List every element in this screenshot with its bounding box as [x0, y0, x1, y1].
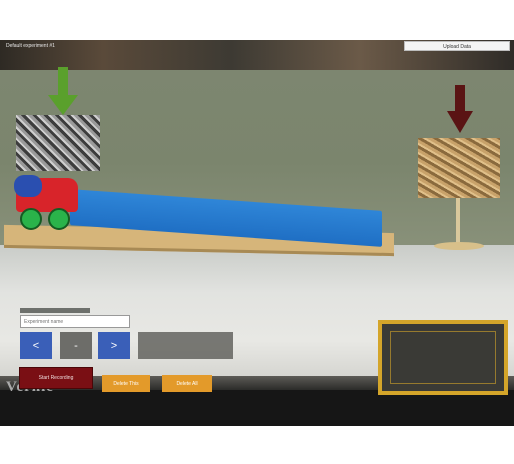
red-down-arrow-icon [447, 85, 473, 133]
minus-button[interactable]: - [60, 332, 92, 359]
green-down-arrow-icon [48, 67, 78, 115]
frame-display-field [138, 332, 233, 359]
experiment-name-input[interactable] [20, 315, 130, 328]
marker-stand-pole [456, 198, 460, 244]
camera-viewport: Default experiment #1 Upload Data < - > … [0, 40, 514, 426]
previous-button[interactable]: < [20, 332, 52, 359]
toy-truck-wheel [48, 208, 70, 230]
toy-truck-cab [14, 175, 42, 197]
toy-truck-wheel [20, 208, 42, 230]
delete-this-button[interactable]: Delete This [102, 375, 150, 392]
video-preview-frame[interactable] [378, 320, 508, 395]
delete-all-button[interactable]: Delete All [162, 375, 212, 392]
bottom-margin [0, 426, 514, 464]
preview-inner-border [390, 331, 496, 384]
next-button[interactable]: > [98, 332, 130, 359]
upload-data-button[interactable]: Upload Data [404, 41, 510, 51]
marker-stand-base [434, 242, 484, 250]
start-recording-button[interactable]: Start Recording [19, 367, 93, 389]
end-marker-target [418, 138, 500, 198]
experiment-title: Default experiment #1 [6, 43, 55, 49]
panel-header-strip [20, 308, 90, 313]
start-marker-target [16, 115, 100, 171]
